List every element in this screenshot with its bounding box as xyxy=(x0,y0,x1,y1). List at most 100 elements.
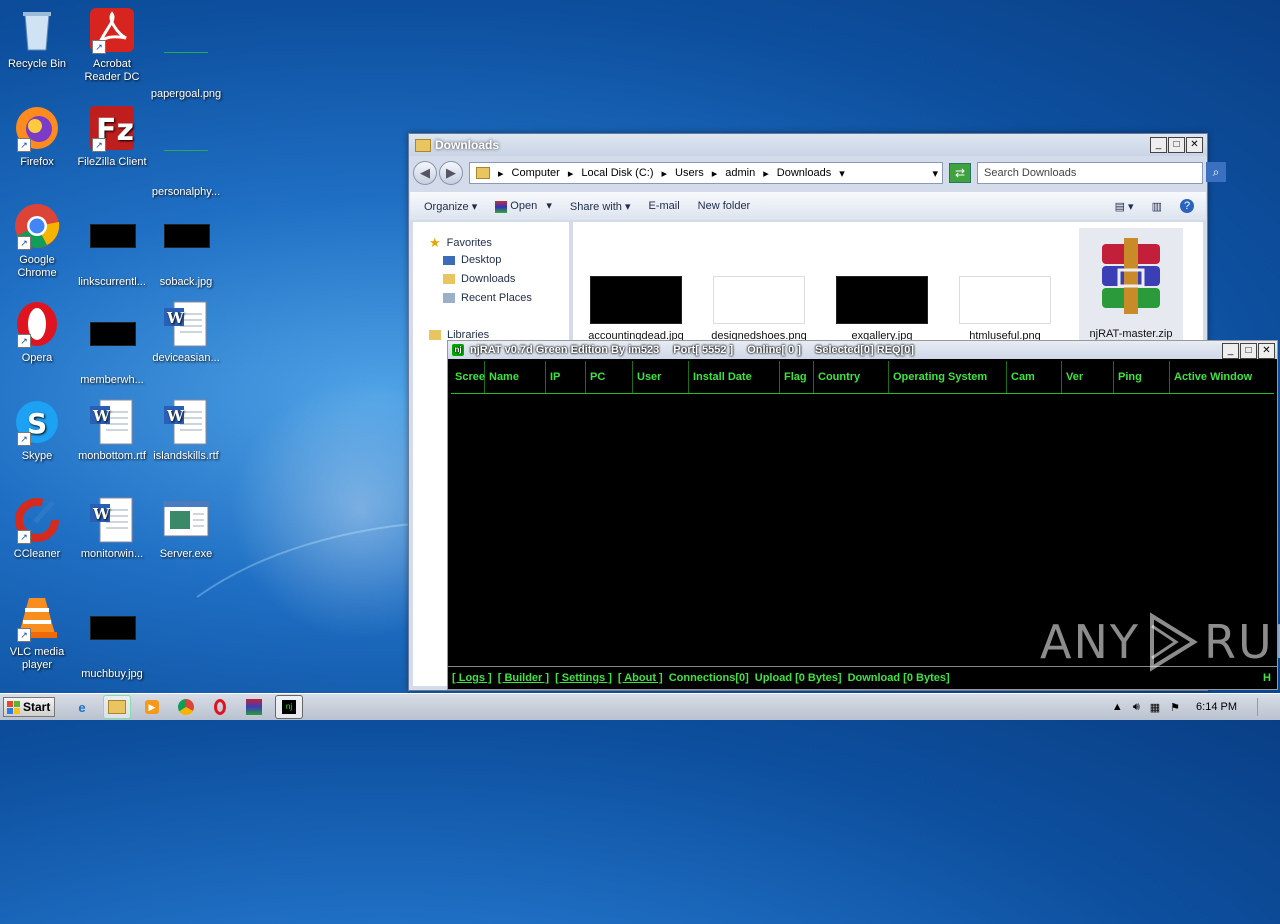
file-item[interactable]: exgallery.jpg xyxy=(827,276,937,342)
desktop-icon-monbottom[interactable]: W monbottom.rtf xyxy=(75,398,149,463)
file-item[interactable]: htmluseful.png xyxy=(950,276,1060,342)
explorer-title-bar[interactable]: Downloads xyxy=(409,134,1207,156)
desktop-icon-label: muchbuy.jpg xyxy=(81,668,143,680)
desktop-icon-soback[interactable]: soback.jpg xyxy=(149,202,223,289)
column-header-name[interactable]: Name xyxy=(485,361,546,393)
sidebar-item-favorites[interactable]: ★ Favorites xyxy=(429,235,492,251)
breadcrumb-item[interactable]: Downloads xyxy=(777,167,831,179)
settings-link[interactable]: [ Settings ] xyxy=(555,672,612,684)
acrobat-icon: ↗ xyxy=(88,6,136,54)
sidebar-item-desktop[interactable]: Desktop xyxy=(443,254,501,266)
file-item[interactable]: designedshoes.png xyxy=(704,276,814,342)
clock[interactable]: 6:14 PM xyxy=(1196,701,1237,713)
minimize-button[interactable]: _ xyxy=(1222,343,1239,359)
refresh-button[interactable]: ⇄ xyxy=(949,163,971,183)
njrat-taskbar-icon[interactable]: nj xyxy=(275,695,303,719)
desktop-icon-memberwh[interactable]: memberwh... xyxy=(75,300,149,387)
executable-icon xyxy=(162,496,210,544)
desktop-icon-personalphy[interactable]: personalphy... xyxy=(149,104,223,199)
chrome-taskbar-icon[interactable] xyxy=(173,696,199,718)
breadcrumb-item[interactable]: Users xyxy=(675,167,704,179)
column-header-flag[interactable]: Flag xyxy=(780,361,814,393)
volume-icon[interactable]: 🔊︎ xyxy=(1133,701,1140,714)
desktop-icon-filezilla[interactable]: Fz ↗ FileZilla Client xyxy=(75,104,149,169)
opera-taskbar-icon[interactable] xyxy=(207,696,233,718)
chevron-down-icon[interactable]: ▾ xyxy=(932,167,938,180)
column-header-pc[interactable]: PC xyxy=(586,361,633,393)
about-link[interactable]: [ About ] xyxy=(618,672,663,684)
start-button[interactable]: Start xyxy=(3,697,55,717)
maximize-button[interactable]: □ xyxy=(1240,343,1257,359)
breadcrumb-item[interactable]: Computer xyxy=(512,167,560,179)
column-header-cam[interactable]: Cam xyxy=(1007,361,1062,393)
desktop-icon-recycle-bin[interactable]: Recycle Bin xyxy=(0,6,74,71)
column-header-install-date[interactable]: Install Date xyxy=(689,361,780,393)
downloads-icon xyxy=(443,274,455,284)
download-status: Download [0 Bytes] xyxy=(847,672,950,684)
column-header-ping[interactable]: Ping xyxy=(1114,361,1170,393)
minimize-button[interactable]: _ xyxy=(1150,137,1167,153)
desktop-icon-islandskills[interactable]: W islandskills.rtf xyxy=(149,398,223,463)
email-button[interactable]: E-mail xyxy=(648,200,679,212)
desktop-icon-opera[interactable]: ↗ Opera xyxy=(0,300,74,365)
column-header-ver[interactable]: Ver xyxy=(1062,361,1114,393)
back-button[interactable]: ◀ xyxy=(413,161,437,185)
show-desktop-button[interactable] xyxy=(1257,698,1270,716)
breadcrumb[interactable]: ▸ Computer ▸ Local Disk (C:) ▸ Users ▸ a… xyxy=(469,162,943,184)
column-header-operating-system[interactable]: Operating System xyxy=(889,361,1007,393)
file-item-selected[interactable]: njRAT-master.zip xyxy=(1079,228,1183,342)
desktop-icon-server-exe[interactable]: Server.exe xyxy=(149,496,223,561)
desktop-icon-label: Firefox xyxy=(20,156,54,168)
desktop-icon-monitorwin[interactable]: W monitorwin... xyxy=(75,496,149,561)
breadcrumb-separator-icon: ▾ xyxy=(839,167,845,180)
breadcrumb-item[interactable]: admin xyxy=(725,167,755,179)
image-file-icon xyxy=(162,36,210,84)
njrat-title-bar[interactable]: nj njRAT v0.7d Green Edition By im523 Po… xyxy=(448,341,1277,359)
sidebar-item-recent-places[interactable]: Recent Places xyxy=(443,292,532,304)
ccleaner-icon: ↗ xyxy=(13,496,61,544)
network-icon[interactable]: ▦ xyxy=(1150,701,1160,714)
sidebar-item-downloads[interactable]: Downloads xyxy=(443,273,515,285)
share-with-button[interactable]: Share with ▾ xyxy=(570,200,631,213)
builder-link[interactable]: [ Builder ] xyxy=(498,672,549,684)
ie-taskbar-icon[interactable]: e xyxy=(69,696,95,718)
search-input[interactable]: Search Downloads ⌕ xyxy=(977,162,1226,184)
forward-button[interactable]: ▶ xyxy=(439,161,463,185)
breadcrumb-item[interactable]: Local Disk (C:) xyxy=(581,167,653,179)
column-header-country[interactable]: Country xyxy=(814,361,889,393)
open-button[interactable]: Open ▾ xyxy=(495,199,552,213)
desktop-icon-label: deviceasian... xyxy=(152,352,220,364)
desktop-icon-linkscurrent[interactable]: linkscurrentl... xyxy=(75,202,149,289)
command-bar: Organize ▾ Open ▾ Share with ▾ E-mail Ne… xyxy=(410,192,1206,220)
preview-pane-icon[interactable]: ▥ xyxy=(1152,200,1162,213)
new-folder-button[interactable]: New folder xyxy=(698,200,751,212)
file-item[interactable]: accountingdead.jpg xyxy=(581,276,691,342)
desktop-icon-ccleaner[interactable]: ↗ CCleaner xyxy=(0,496,74,561)
logs-link[interactable]: [ Logs ] xyxy=(452,672,492,684)
desktop-icon-chrome[interactable]: ↗ Google Chrome xyxy=(0,202,74,280)
column-header-screen[interactable]: Scree xyxy=(451,361,485,393)
desktop-icon-skype[interactable]: S ↗ Skype xyxy=(0,398,74,463)
desktop-icon-deviceasian[interactable]: W deviceasian... xyxy=(149,300,223,365)
maximize-button[interactable]: □ xyxy=(1168,137,1185,153)
view-options-icon[interactable]: ▤ ▾ xyxy=(1115,200,1134,213)
desktop-icon-firefox[interactable]: ↗ Firefox xyxy=(0,104,74,169)
explorer-taskbar-icon[interactable] xyxy=(103,695,131,719)
search-icon[interactable]: ⌕ xyxy=(1206,162,1226,182)
media-player-taskbar-icon[interactable]: ▶ xyxy=(139,696,165,718)
action-center-flag-icon[interactable]: ⚑ xyxy=(1170,701,1180,714)
show-hidden-icons-icon[interactable]: ▲ xyxy=(1112,701,1123,713)
column-header-user[interactable]: User xyxy=(633,361,689,393)
close-button[interactable]: ✕ xyxy=(1258,343,1275,359)
desktop-icon-acrobat[interactable]: ↗ Acrobat Reader DC xyxy=(75,6,149,84)
column-header-active-window[interactable]: Active Window xyxy=(1170,361,1270,393)
organize-button[interactable]: Organize ▾ xyxy=(424,200,477,213)
column-header-ip[interactable]: IP xyxy=(546,361,586,393)
desktop-icon-vlc[interactable]: ↗ VLC media player xyxy=(0,594,74,672)
desktop-icon-papergoal[interactable]: papergoal.png xyxy=(149,6,223,101)
desktop-icon-label: CCleaner xyxy=(13,548,61,560)
help-icon[interactable]: ? xyxy=(1180,199,1194,213)
desktop-icon-muchbuy[interactable]: muchbuy.jpg xyxy=(75,594,149,681)
winrar-taskbar-icon[interactable] xyxy=(241,696,267,718)
close-button[interactable]: ✕ xyxy=(1186,137,1203,153)
